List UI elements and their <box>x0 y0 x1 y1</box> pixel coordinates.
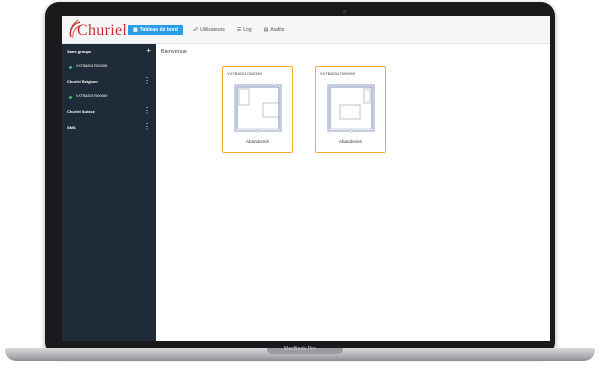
dashboard-icon: ▦ <box>133 27 138 33</box>
main-nav: ▦ Tableau de bord ☍ Utilisateurs ☰ Log ▤… <box>128 25 286 35</box>
tab-audits-label: Audits <box>270 27 285 33</box>
dashboard-main: Bienvenue VXTB82047500359 Abandonné VXTB… <box>156 44 550 341</box>
sidebar-group-sans-groupe[interactable]: Sans groupe + <box>62 46 156 58</box>
sidebar-group-sms[interactable]: SMS ⋮ <box>62 122 156 134</box>
floor-plan-icon <box>234 84 282 133</box>
laptop-model-label: MacBook Pro <box>283 346 317 352</box>
device-card-title: VXTB82047500359 <box>227 71 262 76</box>
tab-dashboard[interactable]: ▦ Tableau de bord <box>128 25 183 35</box>
sidebar-group-label: Churiel Suisse <box>67 109 95 114</box>
brand-name: Churiel <box>77 22 128 39</box>
add-group-icon[interactable]: + <box>146 46 151 56</box>
sidebar-device-item[interactable]: VXTB82047500989 <box>62 92 156 102</box>
sidebar-group-label: Churiel Belgium <box>67 79 98 84</box>
tab-log-label: Log <box>243 27 252 33</box>
tab-log[interactable]: ☰ Log <box>235 25 254 35</box>
sidebar-device-label: VXTB82047500359 <box>76 64 108 68</box>
sidebar-device-label: VXTB82047500989 <box>76 94 108 98</box>
more-options-icon[interactable]: ⋮ <box>143 76 151 86</box>
device-card[interactable]: VXTB82047500989 Abandonné <box>315 66 386 153</box>
floor-plan-icon <box>327 84 375 133</box>
sidebar: Sans groupe + VXTB82047500359 Churiel Be… <box>62 44 156 341</box>
brand-logo[interactable]: Churiel <box>68 19 128 41</box>
device-card-status: Abandonné <box>338 139 363 144</box>
audit-icon: ▤ <box>263 27 269 33</box>
page-title: Bienvenue <box>161 49 187 55</box>
more-options-icon[interactable]: ⋮ <box>143 106 151 116</box>
sidebar-group-label: Sans groupe <box>67 49 92 54</box>
users-icon: ☍ <box>192 27 199 33</box>
device-card-title: VXTB82047500989 <box>320 71 355 76</box>
list-icon: ☰ <box>236 27 242 33</box>
tab-audits[interactable]: ▤ Audits <box>262 25 287 35</box>
online-status-icon <box>69 66 72 69</box>
tab-users[interactable]: ☍ Utilisateurs <box>191 25 227 35</box>
tab-users-label: Utilisateurs <box>200 27 225 33</box>
device-card[interactable]: VXTB82047500359 Abandonné <box>222 66 293 153</box>
device-card-status: Abandonné <box>245 139 270 144</box>
camera-icon <box>343 10 346 13</box>
online-status-icon <box>69 96 72 99</box>
tab-dashboard-label: Tableau de bord <box>139 27 178 33</box>
sidebar-group-churiel-belgium[interactable]: Churiel Belgium ⋮ <box>62 76 156 88</box>
app-window: Churiel ▦ Tableau de bord ☍ Utilisateurs… <box>62 16 550 341</box>
sidebar-group-churiel-suisse[interactable]: Churiel Suisse ⋮ <box>62 106 156 118</box>
more-options-icon[interactable]: ⋮ <box>143 122 151 132</box>
sidebar-group-label: SMS <box>67 125 76 130</box>
top-navigation-bar: Churiel ▦ Tableau de bord ☍ Utilisateurs… <box>62 16 550 44</box>
sidebar-device-item[interactable]: VXTB82047500359 <box>62 62 156 72</box>
